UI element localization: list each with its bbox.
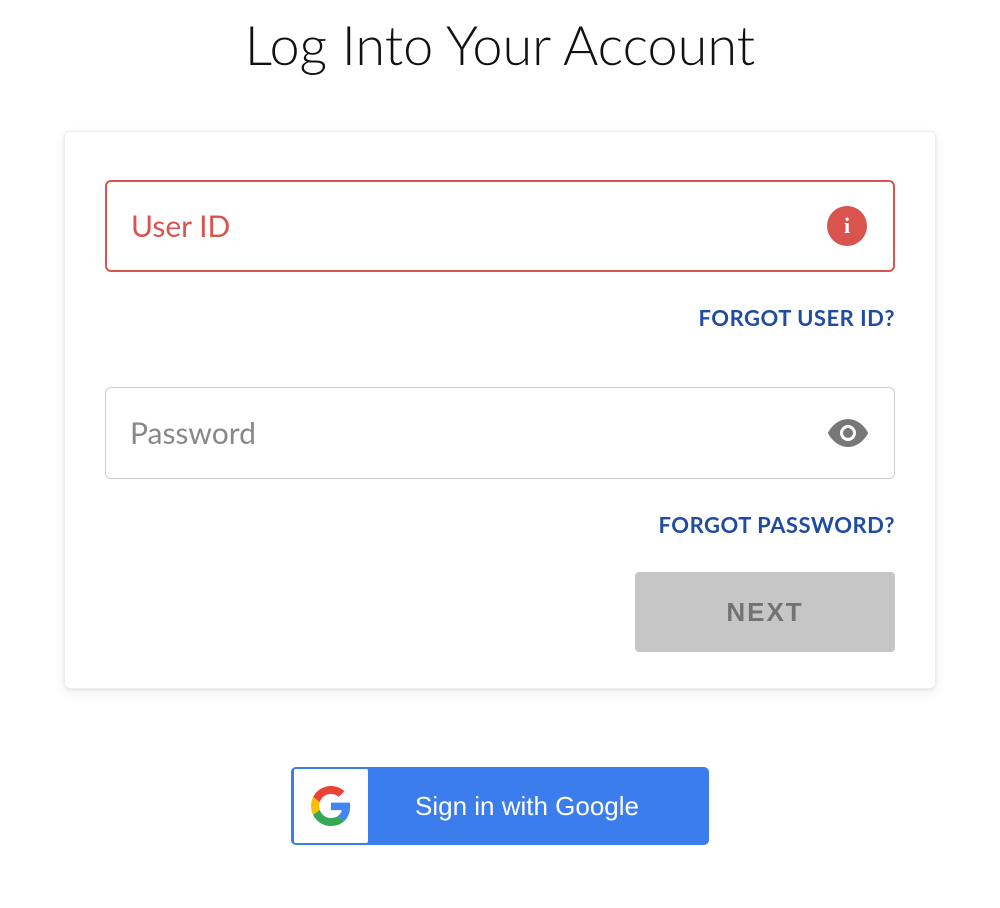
- forgot-password-row: FORGOT PASSWORD?: [105, 511, 895, 538]
- password-input[interactable]: [130, 415, 828, 451]
- login-card: i FORGOT USER ID? FORGOT PASSWORD? NEXT: [64, 131, 936, 689]
- google-icon: [311, 786, 351, 826]
- forgot-password-link[interactable]: FORGOT PASSWORD?: [659, 511, 896, 538]
- google-icon-wrap: [294, 769, 368, 843]
- eye-icon: [828, 419, 868, 447]
- user-id-field-wrapper: i: [105, 180, 895, 272]
- forgot-user-id-row: FORGOT USER ID?: [105, 304, 895, 331]
- user-id-error-icon[interactable]: i: [827, 206, 867, 246]
- toggle-password-visibility[interactable]: [828, 419, 868, 447]
- user-id-input[interactable]: [131, 208, 827, 244]
- page-title: Log Into Your Account: [245, 12, 755, 77]
- info-icon: i: [827, 206, 867, 246]
- password-field-wrapper: [105, 387, 895, 479]
- forgot-user-id-link[interactable]: FORGOT USER ID?: [698, 304, 895, 331]
- next-row: NEXT: [105, 572, 895, 652]
- google-sign-in-label: Sign in with Google: [370, 791, 708, 822]
- next-button[interactable]: NEXT: [635, 572, 895, 652]
- google-sign-in-button[interactable]: Sign in with Google: [291, 767, 709, 845]
